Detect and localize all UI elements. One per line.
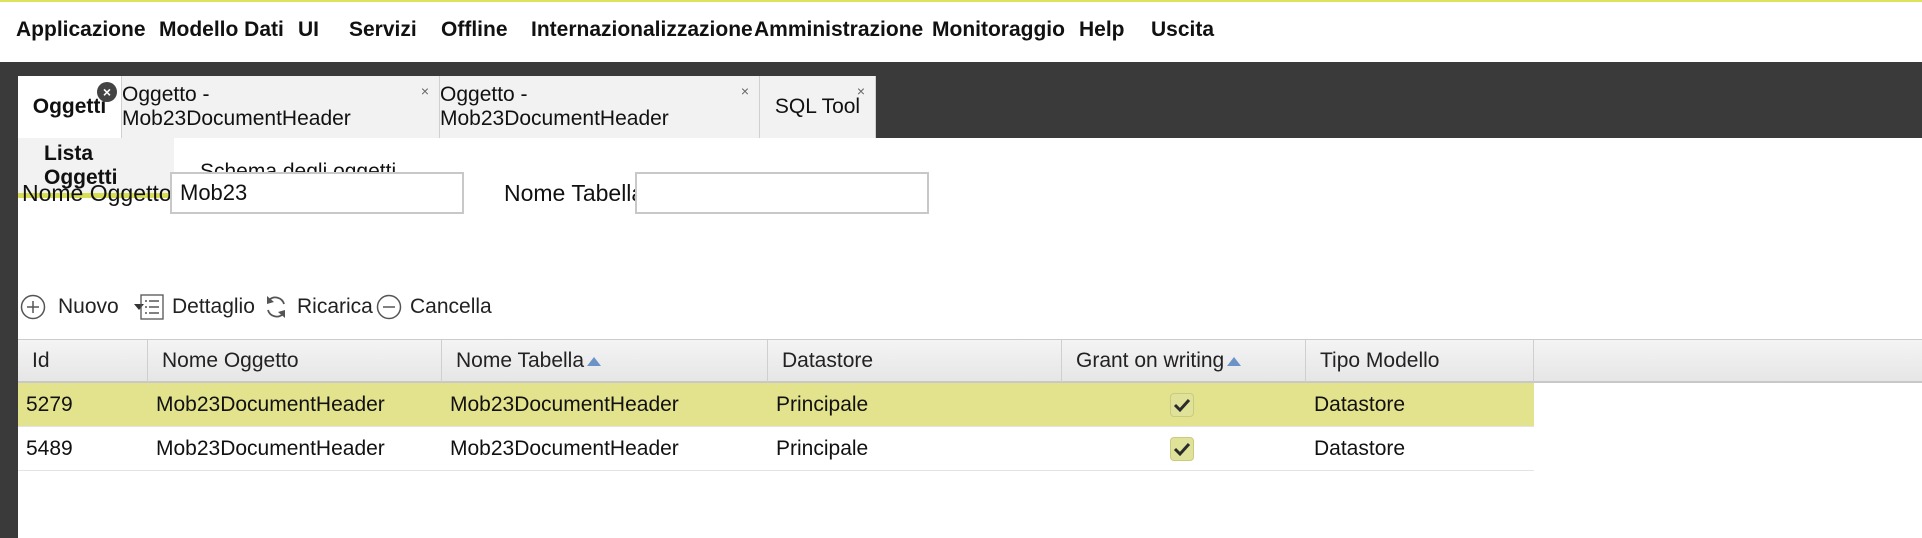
reload-button[interactable]: Ricarica <box>263 290 373 324</box>
objects-panel: Lista Oggetti Schema degli oggetti Nome … <box>18 138 1922 538</box>
column-header-label: Grant on writing <box>1076 349 1225 372</box>
new-button-label: Nuovo <box>58 295 119 318</box>
minus-circle-icon <box>376 294 402 320</box>
cell-nome-tabella: Mob23DocumentHeader <box>450 437 679 460</box>
column-header-tipo-modello[interactable]: Tipo Modello <box>1306 340 1534 382</box>
menu-monitoraggio[interactable]: Monitoraggio <box>932 18 1065 42</box>
object-name-label: Nome Oggetto <box>22 180 172 206</box>
new-button[interactable]: Nuovo <box>20 290 145 324</box>
close-icon[interactable]: × <box>421 84 429 98</box>
menu-help[interactable]: Help <box>1079 18 1125 42</box>
list-detail-icon <box>140 294 164 320</box>
tab-label: Oggetto - Mob23DocumentHeader <box>440 83 669 130</box>
menu-internazionalizzazione[interactable]: Internazionalizzazione <box>531 18 753 42</box>
tab-label: Oggetto - Mob23DocumentHeader <box>122 83 351 130</box>
reload-button-label: Ricarica <box>297 295 373 318</box>
menu-modello-dati[interactable]: Modello Dati <box>159 18 284 42</box>
menu-ui[interactable]: UI <box>298 18 319 42</box>
plus-circle-icon <box>20 294 46 320</box>
close-icon[interactable]: × <box>97 82 117 102</box>
cell-id: 5489 <box>26 437 73 460</box>
column-header-label: Nome Oggetto <box>162 349 299 372</box>
cell-tipo-modello: Datastore <box>1314 437 1406 460</box>
delete-button[interactable]: Cancella <box>376 290 492 324</box>
menu-amministrazione[interactable]: Amministrazione <box>754 18 923 42</box>
cell-datastore: Principale <box>776 437 869 460</box>
cell-nome-oggetto: Mob23DocumentHeader <box>156 437 385 460</box>
sort-ascending-icon <box>587 356 602 366</box>
column-header-label: Nome Tabella <box>456 349 585 372</box>
table-name-label: Nome Tabella <box>504 180 645 206</box>
close-icon[interactable]: × <box>741 84 749 98</box>
menu-applicazione[interactable]: Applicazione <box>16 18 146 42</box>
cell-id: 5279 <box>26 393 73 416</box>
close-icon[interactable]: × <box>857 84 865 98</box>
menu-offline[interactable]: Offline <box>441 18 508 42</box>
checkbox-checked-icon[interactable] <box>1170 437 1194 461</box>
main-menu-bar: Applicazione Modello Dati UI Servizi Off… <box>0 0 1922 62</box>
delete-button-label: Cancella <box>410 295 492 318</box>
menu-servizi[interactable]: Servizi <box>349 18 417 42</box>
column-header-id[interactable]: Id <box>18 340 148 382</box>
table-row[interactable]: 5489 Mob23DocumentHeader Mob23DocumentHe… <box>18 427 1534 471</box>
cell-datastore: Principale <box>776 393 869 416</box>
tab-oggetti[interactable]: Oggetti × <box>18 76 122 138</box>
object-name-input[interactable] <box>170 172 464 214</box>
cell-nome-tabella: Mob23DocumentHeader <box>450 393 679 416</box>
sort-ascending-icon <box>1227 356 1242 366</box>
column-header-nome-oggetto[interactable]: Nome Oggetto <box>148 340 442 382</box>
table-name-input[interactable] <box>635 172 929 214</box>
tab-oggetto-mob23-1[interactable]: Oggetto - Mob23DocumentHeader × <box>122 76 440 138</box>
detail-button-label: Dettaglio <box>172 295 255 318</box>
cell-nome-oggetto: Mob23DocumentHeader <box>156 393 385 416</box>
menu-uscita[interactable]: Uscita <box>1151 18 1214 42</box>
table-row[interactable]: 5279 Mob23DocumentHeader Mob23DocumentHe… <box>18 383 1534 427</box>
tab-label: Oggetti <box>32 95 107 118</box>
column-header-label: Id <box>32 349 50 372</box>
column-header-label: Tipo Modello <box>1320 349 1440 372</box>
grid-header: Id Nome Oggetto Nome Tabella Datastore G… <box>18 339 1922 383</box>
column-header-label: Datastore <box>782 349 874 372</box>
tab-label: SQL Tool <box>774 95 861 118</box>
column-header-nome-tabella[interactable]: Nome Tabella <box>442 340 768 382</box>
cell-grant-on-writing <box>1170 427 1194 471</box>
column-header-datastore[interactable]: Datastore <box>768 340 1062 382</box>
detail-button[interactable]: Dettaglio <box>140 290 255 324</box>
refresh-icon <box>267 296 285 318</box>
checkbox-checked-icon[interactable] <box>1170 393 1194 417</box>
cell-grant-on-writing <box>1170 383 1194 427</box>
column-header-grant-on-writing[interactable]: Grant on writing <box>1062 340 1306 382</box>
tab-sql-tool[interactable]: SQL Tool × <box>760 76 876 138</box>
tab-oggetto-mob23-2[interactable]: Oggetto - Mob23DocumentHeader × <box>440 76 760 138</box>
cell-tipo-modello: Datastore <box>1314 393 1406 416</box>
